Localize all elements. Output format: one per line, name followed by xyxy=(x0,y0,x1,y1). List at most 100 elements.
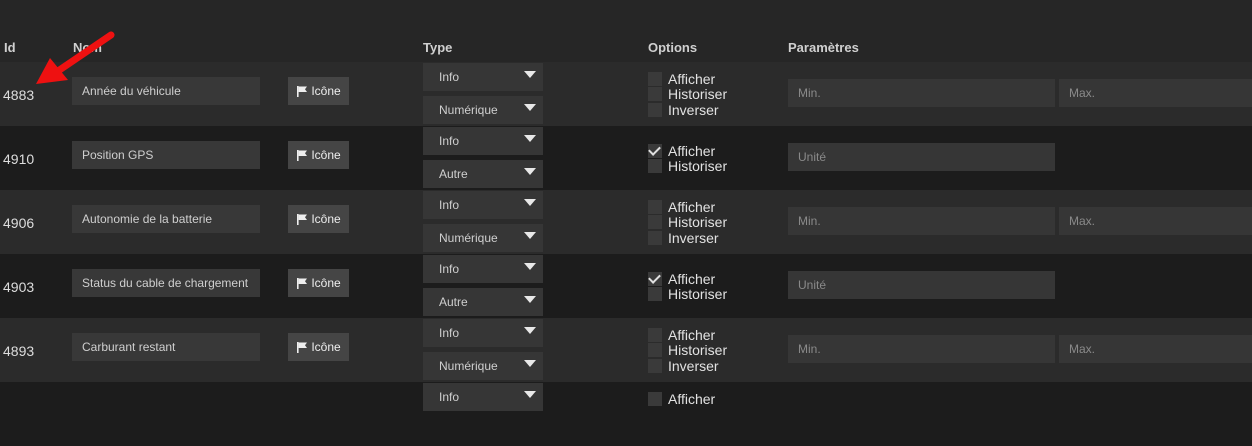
table-row: 4883 Année du véhicule Icône Info Numérique A… xyxy=(0,62,1252,126)
icon-button-label: Icône xyxy=(311,276,341,290)
type-select[interactable]: Info xyxy=(423,127,543,155)
checkbox[interactable] xyxy=(648,230,662,245)
chevron-down-icon xyxy=(524,232,536,239)
type-select[interactable]: Info xyxy=(423,383,543,411)
icon-button-label: Icône xyxy=(311,148,341,162)
option-label: Afficher xyxy=(668,390,716,407)
row-id: 4906 xyxy=(3,215,35,231)
option-label: Historiser xyxy=(668,286,728,303)
option-historiser[interactable]: Historiser xyxy=(648,214,727,230)
type-select-value: Info xyxy=(439,390,460,404)
option-historiser[interactable]: Historiser xyxy=(648,86,728,103)
checkbox-checked[interactable] xyxy=(648,271,662,286)
subtype-select-value: Numérique xyxy=(439,359,498,373)
checkbox[interactable] xyxy=(648,71,662,86)
chevron-down-icon xyxy=(524,199,536,206)
option-label: Historiser xyxy=(668,86,728,103)
table-row: 4893 Carburant restant Icône Info Numérique A… xyxy=(0,318,1252,382)
option-afficher[interactable]: Afficher xyxy=(648,327,727,343)
name-input[interactable]: Autonomie de la batterie xyxy=(72,205,260,233)
options-group: Afficher Historiser Inverser xyxy=(648,199,727,246)
min-input[interactable]: Min. xyxy=(788,79,1055,107)
subtype-select[interactable]: Autre xyxy=(423,160,543,188)
icon-button[interactable]: Icône xyxy=(288,269,349,297)
chevron-down-icon xyxy=(524,263,536,270)
unit-input[interactable]: Unité xyxy=(788,271,1055,299)
option-afficher[interactable]: Afficher xyxy=(648,199,727,215)
chevron-down-icon xyxy=(524,71,536,78)
subtype-select-value: Autre xyxy=(439,295,468,309)
annotation-arrow xyxy=(36,31,115,84)
name-input[interactable]: Position GPS xyxy=(72,141,260,169)
name-input[interactable]: Carburant restant xyxy=(72,333,260,361)
icon-button-label: Icône xyxy=(311,212,341,226)
header-options: Options xyxy=(648,40,698,55)
chevron-down-icon xyxy=(524,168,536,175)
chevron-down-icon xyxy=(524,104,536,111)
flag-icon xyxy=(297,214,308,225)
subtype-select-value: Numérique xyxy=(439,103,498,117)
icon-button-label: Icône xyxy=(311,340,341,354)
option-afficher[interactable]: Afficher xyxy=(648,391,715,407)
type-select-value: Info xyxy=(439,326,460,340)
option-inverser[interactable]: Inverser xyxy=(648,230,727,246)
checkbox[interactable] xyxy=(648,358,662,373)
max-input[interactable]: Max. xyxy=(1059,79,1252,107)
max-input[interactable]: Max. xyxy=(1059,335,1252,363)
max-input[interactable]: Max. xyxy=(1059,207,1252,235)
checkbox[interactable] xyxy=(648,102,662,117)
checkbox-checked[interactable] xyxy=(648,143,662,158)
option-inverser[interactable]: Inverser xyxy=(648,358,727,374)
min-input[interactable]: Min. xyxy=(788,335,1055,363)
icon-button[interactable]: Icône xyxy=(288,77,349,105)
checkbox[interactable] xyxy=(648,343,662,358)
subtype-select-value: Numérique xyxy=(439,231,498,245)
subtype-select[interactable]: Autre xyxy=(423,288,543,316)
type-select-value: Info xyxy=(439,134,460,148)
option-historiser[interactable]: Historiser xyxy=(648,342,728,359)
chevron-down-icon xyxy=(524,296,536,303)
header-type: Type xyxy=(423,40,453,55)
option-afficher[interactable]: Afficher xyxy=(648,143,727,159)
table-row: 4906 Autonomie de la batterie Icône Info Num… xyxy=(0,190,1252,254)
chevron-down-icon xyxy=(524,360,536,367)
type-select-value: Info xyxy=(439,70,460,84)
checkbox[interactable] xyxy=(648,215,662,230)
option-historiser[interactable]: Historiser xyxy=(648,158,727,174)
option-label: Afficher xyxy=(668,270,716,287)
icon-button[interactable]: Icône xyxy=(288,205,349,233)
type-select[interactable]: Info xyxy=(423,319,543,347)
table-row: 4903 Status du cable de chargement Icône In… xyxy=(0,254,1252,318)
option-inverser[interactable]: Inverser xyxy=(648,102,727,118)
option-historiser[interactable]: Historiser xyxy=(648,286,728,303)
subtype-select[interactable]: Numérique xyxy=(423,352,543,380)
flag-icon xyxy=(297,86,308,97)
checkbox[interactable] xyxy=(648,159,662,174)
checkbox[interactable] xyxy=(648,199,662,214)
type-select[interactable]: Info xyxy=(423,191,543,219)
name-input[interactable]: Status du cable de chargement xyxy=(72,269,260,297)
option-label: Historiser xyxy=(668,342,728,359)
option-afficher[interactable]: Afficher xyxy=(648,271,727,287)
subtype-select[interactable]: Numérique xyxy=(423,96,543,124)
min-input[interactable]: Min. xyxy=(788,207,1055,235)
checkbox[interactable] xyxy=(648,327,662,342)
checkbox[interactable] xyxy=(648,287,662,302)
chevron-down-icon xyxy=(524,327,536,334)
option-afficher[interactable]: Afficher xyxy=(648,71,727,87)
type-select[interactable]: Info xyxy=(423,63,543,91)
checkbox[interactable] xyxy=(648,391,662,406)
chevron-down-icon xyxy=(524,135,536,142)
option-label: Inverser xyxy=(668,229,719,246)
checkbox[interactable] xyxy=(648,87,662,102)
option-label: Afficher xyxy=(668,70,716,87)
icon-button[interactable]: Icône xyxy=(288,141,349,169)
flag-icon xyxy=(297,342,308,353)
subtype-select[interactable]: Numérique xyxy=(423,224,543,252)
header-id: Id xyxy=(4,40,16,55)
unit-input[interactable]: Unité xyxy=(788,143,1055,171)
icon-button[interactable]: Icône xyxy=(288,333,349,361)
options-group: Afficher Historiser xyxy=(648,271,727,302)
type-select[interactable]: Info xyxy=(423,255,543,283)
options-group: Afficher Historiser Inverser xyxy=(648,71,727,118)
